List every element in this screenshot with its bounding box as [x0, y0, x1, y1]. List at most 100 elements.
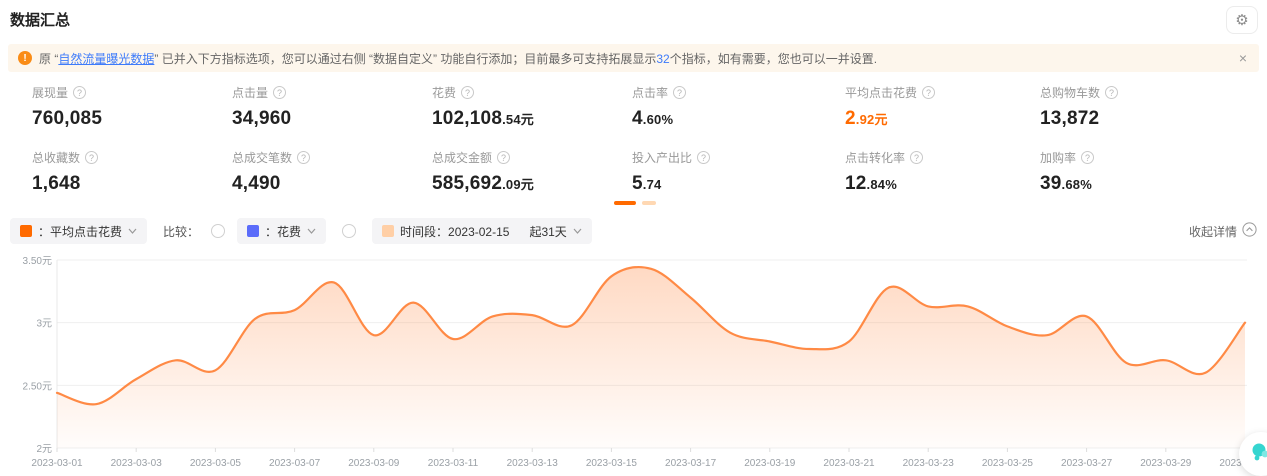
metric-value: 12.84% — [845, 173, 1040, 195]
chevron-down-icon — [128, 228, 137, 234]
metric-label: 展现量? — [32, 84, 232, 101]
help-icon[interactable]: ? — [673, 86, 686, 99]
x-axis-tick-label: 2023-03-19 — [744, 458, 796, 469]
x-axis-tick-label: 2023-03-15 — [586, 458, 638, 469]
metrics-grid: 展现量?760,085点击量?34,960花费?102,108.54元点击率?4… — [32, 84, 1252, 195]
metric-value: 5.74 — [632, 173, 845, 195]
x-axis-tick-label: 2023-03-27 — [1061, 458, 1113, 469]
metric-label: 总成交笔数? — [232, 149, 432, 166]
metric-value: 585,692.09元 — [432, 173, 632, 195]
metric-value: 760,085 — [32, 108, 232, 130]
service-mascot-icon — [1250, 441, 1267, 468]
help-icon[interactable]: ? — [273, 86, 286, 99]
warning-icon: ! — [18, 51, 32, 65]
help-icon[interactable]: ? — [73, 86, 86, 99]
metric-cell: 总成交金额? 585,692.09元 — [432, 149, 632, 195]
metric-cell: 花费?102,108.54元 — [432, 84, 632, 130]
chart-controls: ：平均点击花费 比较： ：花费 时间段：2023-02-15 起31天 收起详情 — [10, 218, 1257, 244]
metric-select[interactable]: ：平均点击花费 — [10, 218, 147, 244]
help-icon[interactable]: ? — [1105, 86, 1118, 99]
help-icon[interactable]: ? — [910, 151, 923, 164]
x-axis-tick-label: 2023-03-23 — [903, 458, 955, 469]
metric-label: 总成交金额? — [432, 149, 632, 166]
x-axis-tick-label: 2023-03-11 — [428, 458, 479, 469]
banner-link[interactable]: 自然流量曝光数据 — [58, 52, 154, 66]
metric-value: 39.68% — [1040, 173, 1252, 195]
metric-label: 点击转化率? — [845, 149, 1040, 166]
y-axis-tick-label: 3元 — [36, 319, 52, 330]
close-icon[interactable]: × — [1237, 50, 1249, 66]
metric-cell: 平均点击花费? 2.92元 — [845, 84, 1040, 130]
metric-value: 2.92元 — [845, 108, 1040, 130]
y-axis-tick-label: 3.50元 — [23, 256, 52, 267]
compare-swatch — [247, 225, 259, 237]
metric-label: 点击率? — [632, 84, 845, 101]
chevron-down-icon — [573, 228, 582, 234]
metric-value: 1,648 — [32, 173, 232, 195]
x-axis-tick-label: 2023-03-07 — [269, 458, 321, 469]
x-axis-tick-label: 2023-03-21 — [823, 458, 875, 469]
metric-label: 投入产出比? — [632, 149, 845, 166]
x-axis-tick-label: 2023-03-25 — [982, 458, 1034, 469]
metric-label: 平均点击花费? — [845, 84, 1040, 101]
compare-radio-1[interactable] — [211, 224, 225, 238]
y-axis-tick-label: 2元 — [36, 444, 52, 455]
metric-label: 总购物车数? — [1040, 84, 1252, 101]
collapse-details-button[interactable]: 收起详情 — [1189, 222, 1257, 240]
compare-label: 比较： — [163, 223, 199, 240]
metric-value: 4.60% — [632, 108, 845, 130]
compare-radio-2[interactable] — [342, 224, 356, 238]
banner-highlight-number: 32 — [656, 52, 669, 66]
metric-cell: 总购物车数? 13,872 — [1040, 84, 1252, 130]
metric-cell: 总收藏数? 1,648 — [32, 149, 232, 195]
metric-label: 点击量? — [232, 84, 432, 101]
period-swatch — [382, 225, 394, 237]
area-fill — [57, 267, 1245, 448]
gear-icon: ⚙ — [1235, 13, 1248, 28]
metric-select-label: ：平均点击花费 — [38, 223, 122, 240]
banner-text: 原 “自然流量曝光数据” 已并入下方指标选项，您可以通过右侧 “数据自定义” 功… — [39, 50, 877, 67]
x-axis-tick-label: 2023-03-13 — [507, 458, 559, 469]
pagination-dash-active[interactable] — [614, 201, 636, 205]
metric-cell: 加购率? 39.68% — [1040, 149, 1252, 195]
help-icon[interactable]: ? — [497, 151, 510, 164]
notice-banner: ! 原 “自然流量曝光数据” 已并入下方指标选项，您可以通过右侧 “数据自定义”… — [8, 44, 1259, 72]
metric-label: 总收藏数? — [32, 149, 232, 166]
metric-swatch — [20, 225, 32, 237]
period-select-extra: 起31天 — [529, 223, 566, 240]
help-icon[interactable]: ? — [85, 151, 98, 164]
help-icon[interactable]: ? — [697, 151, 710, 164]
metric-cell: 投入产出比? 5.74 — [632, 149, 845, 195]
metric-cell: 总成交笔数?4,490 — [232, 149, 432, 195]
x-axis-tick-label: 2023-03-29 — [1140, 458, 1192, 469]
compare-select-label: ：花费 — [265, 223, 301, 240]
metric-label: 加购率? — [1040, 149, 1252, 166]
metric-cell: 展现量? 760,085 — [32, 84, 232, 130]
chevron-down-icon — [307, 228, 316, 234]
settings-button[interactable]: ⚙ — [1226, 6, 1258, 34]
x-axis-tick-label: 2023-03-09 — [348, 458, 400, 469]
help-icon[interactable]: ? — [922, 86, 935, 99]
x-axis-tick-label: 2023-03-17 — [665, 458, 717, 469]
metric-value: 34,960 — [232, 108, 432, 130]
collapse-circle-chevron-up-icon — [1242, 222, 1257, 240]
metric-cell: 点击率? 4.60% — [632, 84, 845, 130]
period-select-label: 时间段：2023-02-15 — [400, 223, 509, 240]
collapse-details-label: 收起详情 — [1189, 223, 1237, 240]
pagination-dash-inactive[interactable] — [642, 201, 656, 205]
x-axis-tick-label: 2023-03-01 — [31, 458, 83, 469]
metric-value: 13,872 — [1040, 108, 1252, 130]
metric-value: 102,108.54元 — [432, 108, 632, 130]
help-icon[interactable]: ? — [1081, 151, 1094, 164]
help-icon[interactable]: ? — [297, 151, 310, 164]
trend-area-chart[interactable]: 3.50元 3元 2.50元 2元 2023-03-01 2023-03-03 2023-0… — [20, 250, 1267, 476]
compare-select[interactable]: ：花费 — [237, 218, 326, 244]
x-axis-tick-label: 2023-03-05 — [190, 458, 242, 469]
metric-cell: 点击转化率? 12.84% — [845, 149, 1040, 195]
help-icon[interactable]: ? — [461, 86, 474, 99]
period-select[interactable]: 时间段：2023-02-15 起31天 — [372, 218, 592, 244]
x-axis-tick-label: 2023-03-03 — [111, 458, 163, 469]
metrics-pagination — [614, 201, 656, 205]
y-axis-tick-label: 2.50元 — [23, 381, 52, 392]
page-title: 数据汇总 — [10, 9, 70, 30]
